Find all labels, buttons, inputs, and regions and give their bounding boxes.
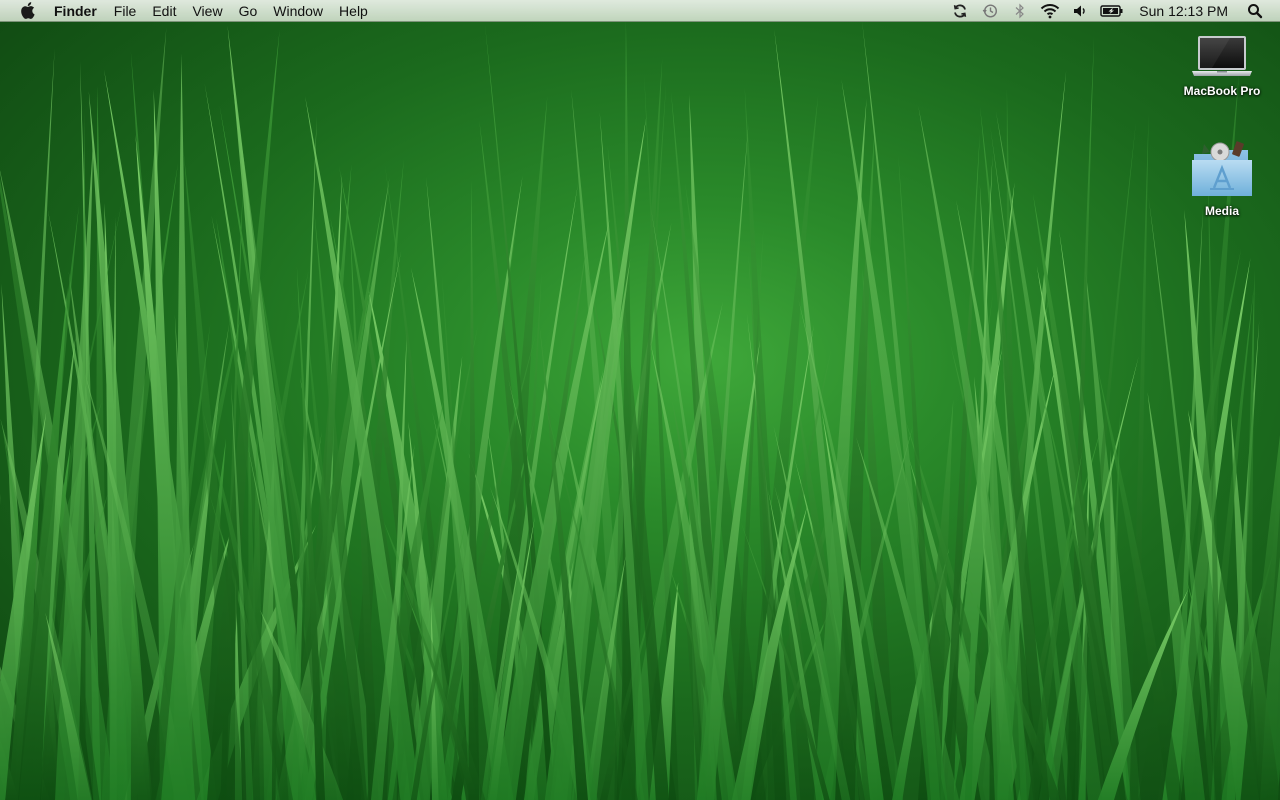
grass-wallpaper <box>0 20 1280 800</box>
app-store-folder-icon <box>1192 141 1252 196</box>
desktop-icon-media[interactable]: Media <box>1174 140 1270 218</box>
laptop-icon <box>1192 36 1252 76</box>
menu-view[interactable]: View <box>184 0 230 22</box>
menu-help[interactable]: Help <box>331 0 376 22</box>
menu-app-finder[interactable]: Finder <box>52 0 106 22</box>
desktop-icon-label: Media <box>1204 204 1239 218</box>
menu-clock[interactable]: Sun 12:13 PM <box>1139 0 1228 22</box>
battery-icon[interactable] <box>1099 0 1125 22</box>
time-machine-icon[interactable] <box>979 0 1001 22</box>
volume-icon[interactable] <box>1069 0 1091 22</box>
menu-file[interactable]: File <box>106 0 145 22</box>
wifi-icon[interactable] <box>1039 0 1061 22</box>
desktop[interactable]: Finder File Edit View Go Window Help Sun… <box>0 0 1280 800</box>
menu-window[interactable]: Window <box>265 0 331 22</box>
menu-edit[interactable]: Edit <box>144 0 184 22</box>
desktop-icon-label: MacBook Pro <box>1183 84 1261 98</box>
apple-menu-icon[interactable] <box>18 0 36 22</box>
desktop-icon-macbook-pro[interactable]: MacBook Pro <box>1174 34 1270 98</box>
spotlight-search-icon[interactable] <box>1244 0 1266 22</box>
sync-icon[interactable] <box>949 0 971 22</box>
menu-go[interactable]: Go <box>231 0 266 22</box>
bluetooth-icon[interactable] <box>1009 0 1031 22</box>
menu-bar: Finder File Edit View Go Window Help Sun… <box>0 0 1280 22</box>
